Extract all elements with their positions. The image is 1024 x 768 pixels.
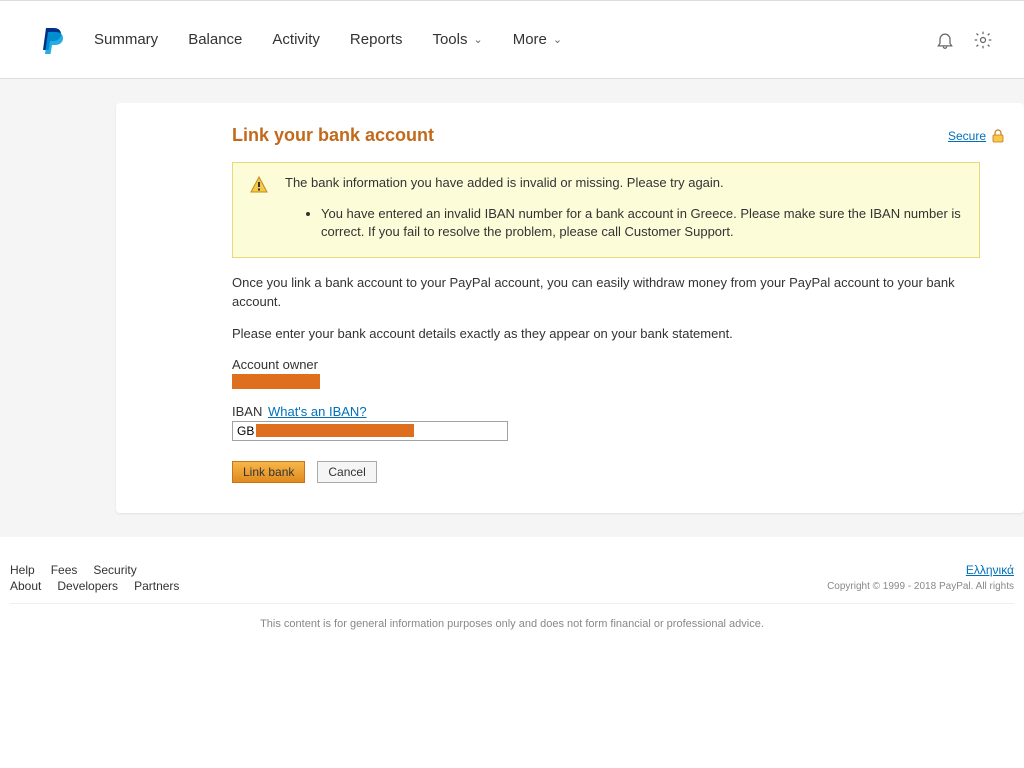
footer-help[interactable]: Help [10,563,35,577]
whats-iban-link[interactable]: What's an IBAN? [268,404,367,419]
nav-activity[interactable]: Activity [272,31,320,48]
account-owner-value-redacted [232,374,320,389]
footer-about[interactable]: About [10,579,41,593]
bell-icon[interactable] [934,29,956,51]
locale-link[interactable]: Ελληνικά [966,563,1014,577]
nav-tools[interactable]: Tools ⌄ [432,31,482,48]
iban-label: IBAN [232,404,262,419]
description-1: Once you link a bank account to your Pay… [232,274,1004,310]
chevron-down-icon: ⌄ [473,33,482,46]
disclaimer: This content is for general information … [10,618,1014,630]
footer-fees[interactable]: Fees [51,563,78,577]
nav-balance[interactable]: Balance [188,31,242,48]
nav-more[interactable]: More ⌄ [513,31,562,48]
gear-icon[interactable] [972,29,994,51]
page-title: Link your bank account [232,125,434,146]
nav-tools-label: Tools [432,31,467,48]
link-bank-button[interactable]: Link bank [232,461,305,483]
footer-security[interactable]: Security [93,563,136,577]
copyright: Copyright © 1999 - 2018 PayPal. All righ… [827,581,1014,592]
footer-partners[interactable]: Partners [134,579,179,593]
chevron-down-icon: ⌄ [553,33,562,46]
lock-icon [992,129,1004,143]
nav-summary[interactable]: Summary [94,31,158,48]
nav-more-label: More [513,31,547,48]
iban-value-redacted [256,424,414,437]
nav-reports[interactable]: Reports [350,31,403,48]
alert-heading: The bank information you have added is i… [285,175,724,190]
error-alert: The bank information you have added is i… [232,162,980,258]
alert-list-item: You have entered an invalid IBAN number … [321,205,963,241]
account-owner-label: Account owner [232,357,1004,372]
warning-icon [249,175,269,195]
footer-developers[interactable]: Developers [57,579,118,593]
cancel-button[interactable]: Cancel [317,461,376,483]
secure-link[interactable]: Secure [948,129,986,143]
description-2: Please enter your bank account details e… [232,325,1004,343]
paypal-logo[interactable] [40,26,64,54]
